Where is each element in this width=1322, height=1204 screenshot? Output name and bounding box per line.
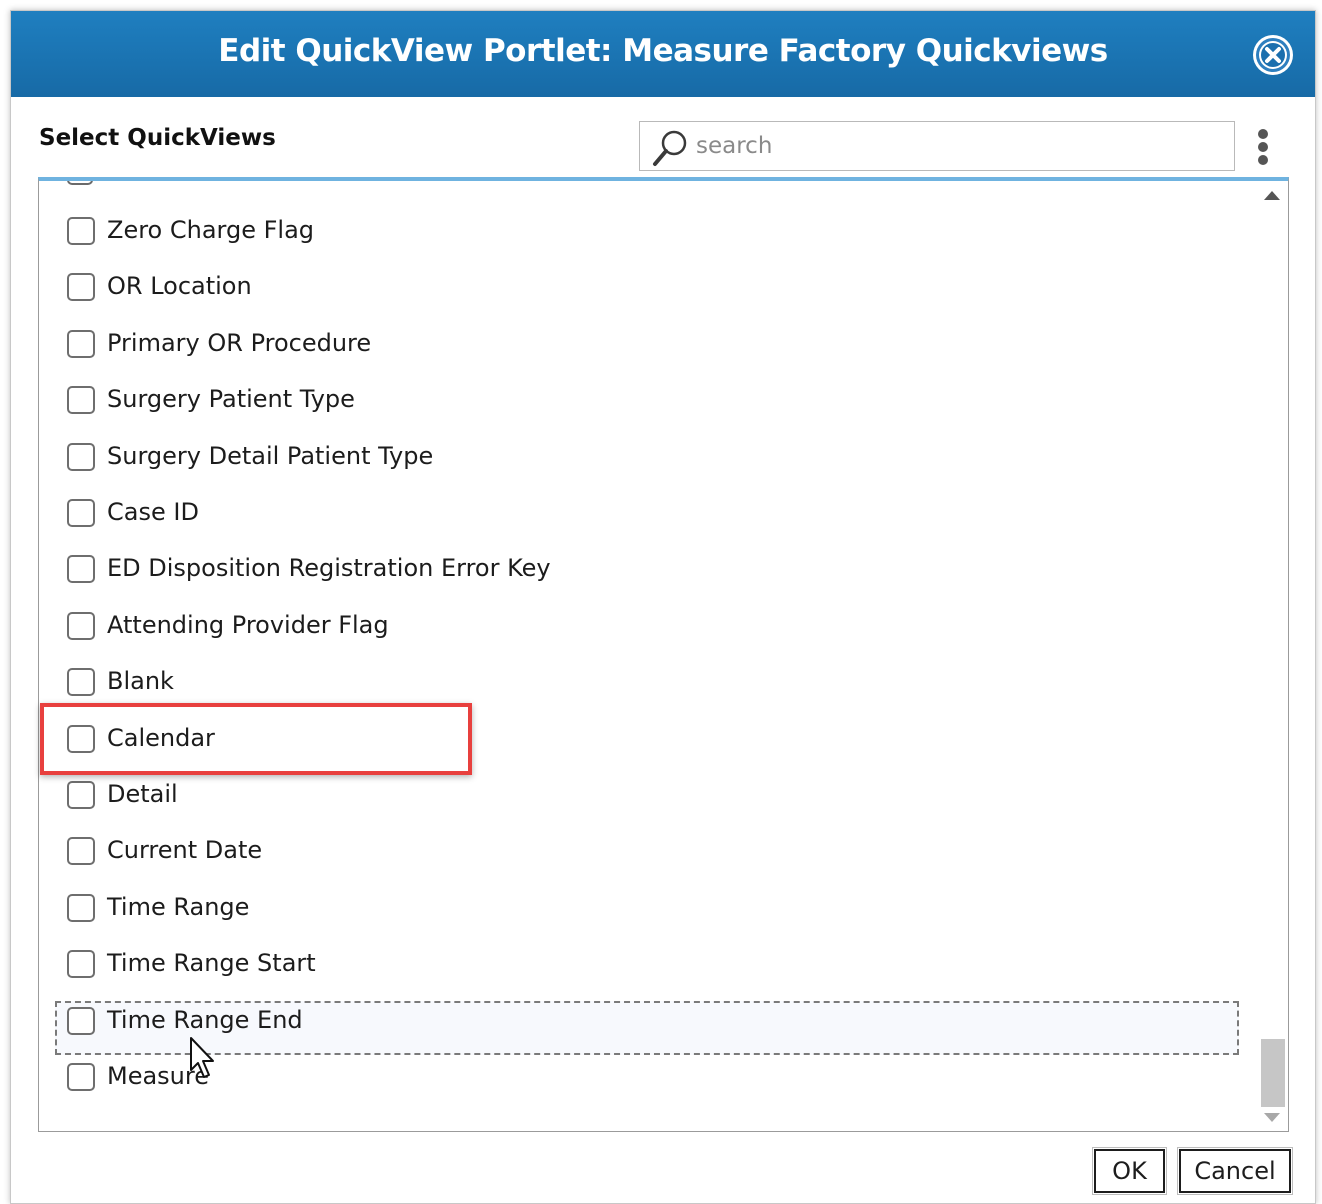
item-checkbox[interactable] [67, 1063, 95, 1091]
item-label: Blank [107, 667, 174, 696]
item-checkbox[interactable] [67, 950, 95, 979]
select-quickviews-label: Select QuickViews [39, 125, 276, 151]
vertical-scrollbar[interactable] [1258, 189, 1286, 1124]
dialog-title-bar: Edit QuickView Portlet: Measure Factory … [11, 11, 1315, 97]
search-icon [653, 130, 687, 166]
scroll-down-arrow-icon[interactable] [1264, 1113, 1280, 1122]
item-checkbox[interactable] [67, 329, 95, 358]
mouse-cursor-icon [190, 1037, 214, 1078]
quickview-list: Zero Charge Flag OR Location Primary OR Pr… [38, 177, 1289, 1132]
item-checkbox[interactable] [67, 781, 95, 809]
edit-quickview-dialog: Edit QuickView Portlet: Measure Factory … [10, 10, 1316, 1204]
item-label: Zero Charge Flag [107, 216, 315, 244]
item-label: Time Range [107, 892, 250, 921]
scroll-up-arrow-icon[interactable] [1264, 191, 1280, 200]
cancel-button[interactable]: Cancel [1177, 1147, 1293, 1195]
partial-checkbox [67, 181, 93, 185]
item-checkbox[interactable] [67, 442, 95, 471]
item-checkbox[interactable] [67, 837, 95, 866]
item-checkbox[interactable] [67, 611, 95, 640]
item-label: Surgery Detail Patient Type [107, 441, 434, 470]
item-label: Time Range End [107, 1005, 303, 1034]
item-label: Surgery Patient Type [107, 385, 355, 414]
item-label: Time Range Start [107, 949, 316, 978]
item-checkbox[interactable] [67, 555, 95, 584]
item-checkbox[interactable] [67, 273, 95, 302]
item-label: ED Disposition Registration Error Key [107, 554, 551, 583]
item-checkbox[interactable] [67, 217, 95, 245]
dialog-title: Edit QuickView Portlet: Measure Factory … [218, 33, 1108, 69]
search-box[interactable] [639, 121, 1235, 171]
calendar-highlight-annotation [40, 703, 472, 775]
item-checkbox[interactable] [67, 1006, 95, 1035]
item-label: Case ID [107, 498, 199, 526]
item-label: Detail [107, 780, 178, 808]
item-label: Current Date [107, 836, 263, 865]
item-checkbox[interactable] [67, 386, 95, 415]
search-input[interactable] [696, 128, 1216, 164]
item-checkbox[interactable] [67, 893, 95, 922]
item-checkbox[interactable] [67, 499, 95, 527]
close-icon [1256, 38, 1290, 72]
item-checkbox[interactable] [67, 668, 95, 697]
item-label: Attending Provider Flag [107, 610, 389, 639]
more-options-icon[interactable] [1256, 129, 1270, 169]
close-button[interactable] [1253, 35, 1293, 75]
scrollbar-thumb[interactable] [1261, 1039, 1285, 1107]
item-label: OR Location [107, 272, 252, 301]
ok-button[interactable]: OK [1092, 1147, 1167, 1195]
item-label: Primary OR Procedure [107, 328, 372, 357]
